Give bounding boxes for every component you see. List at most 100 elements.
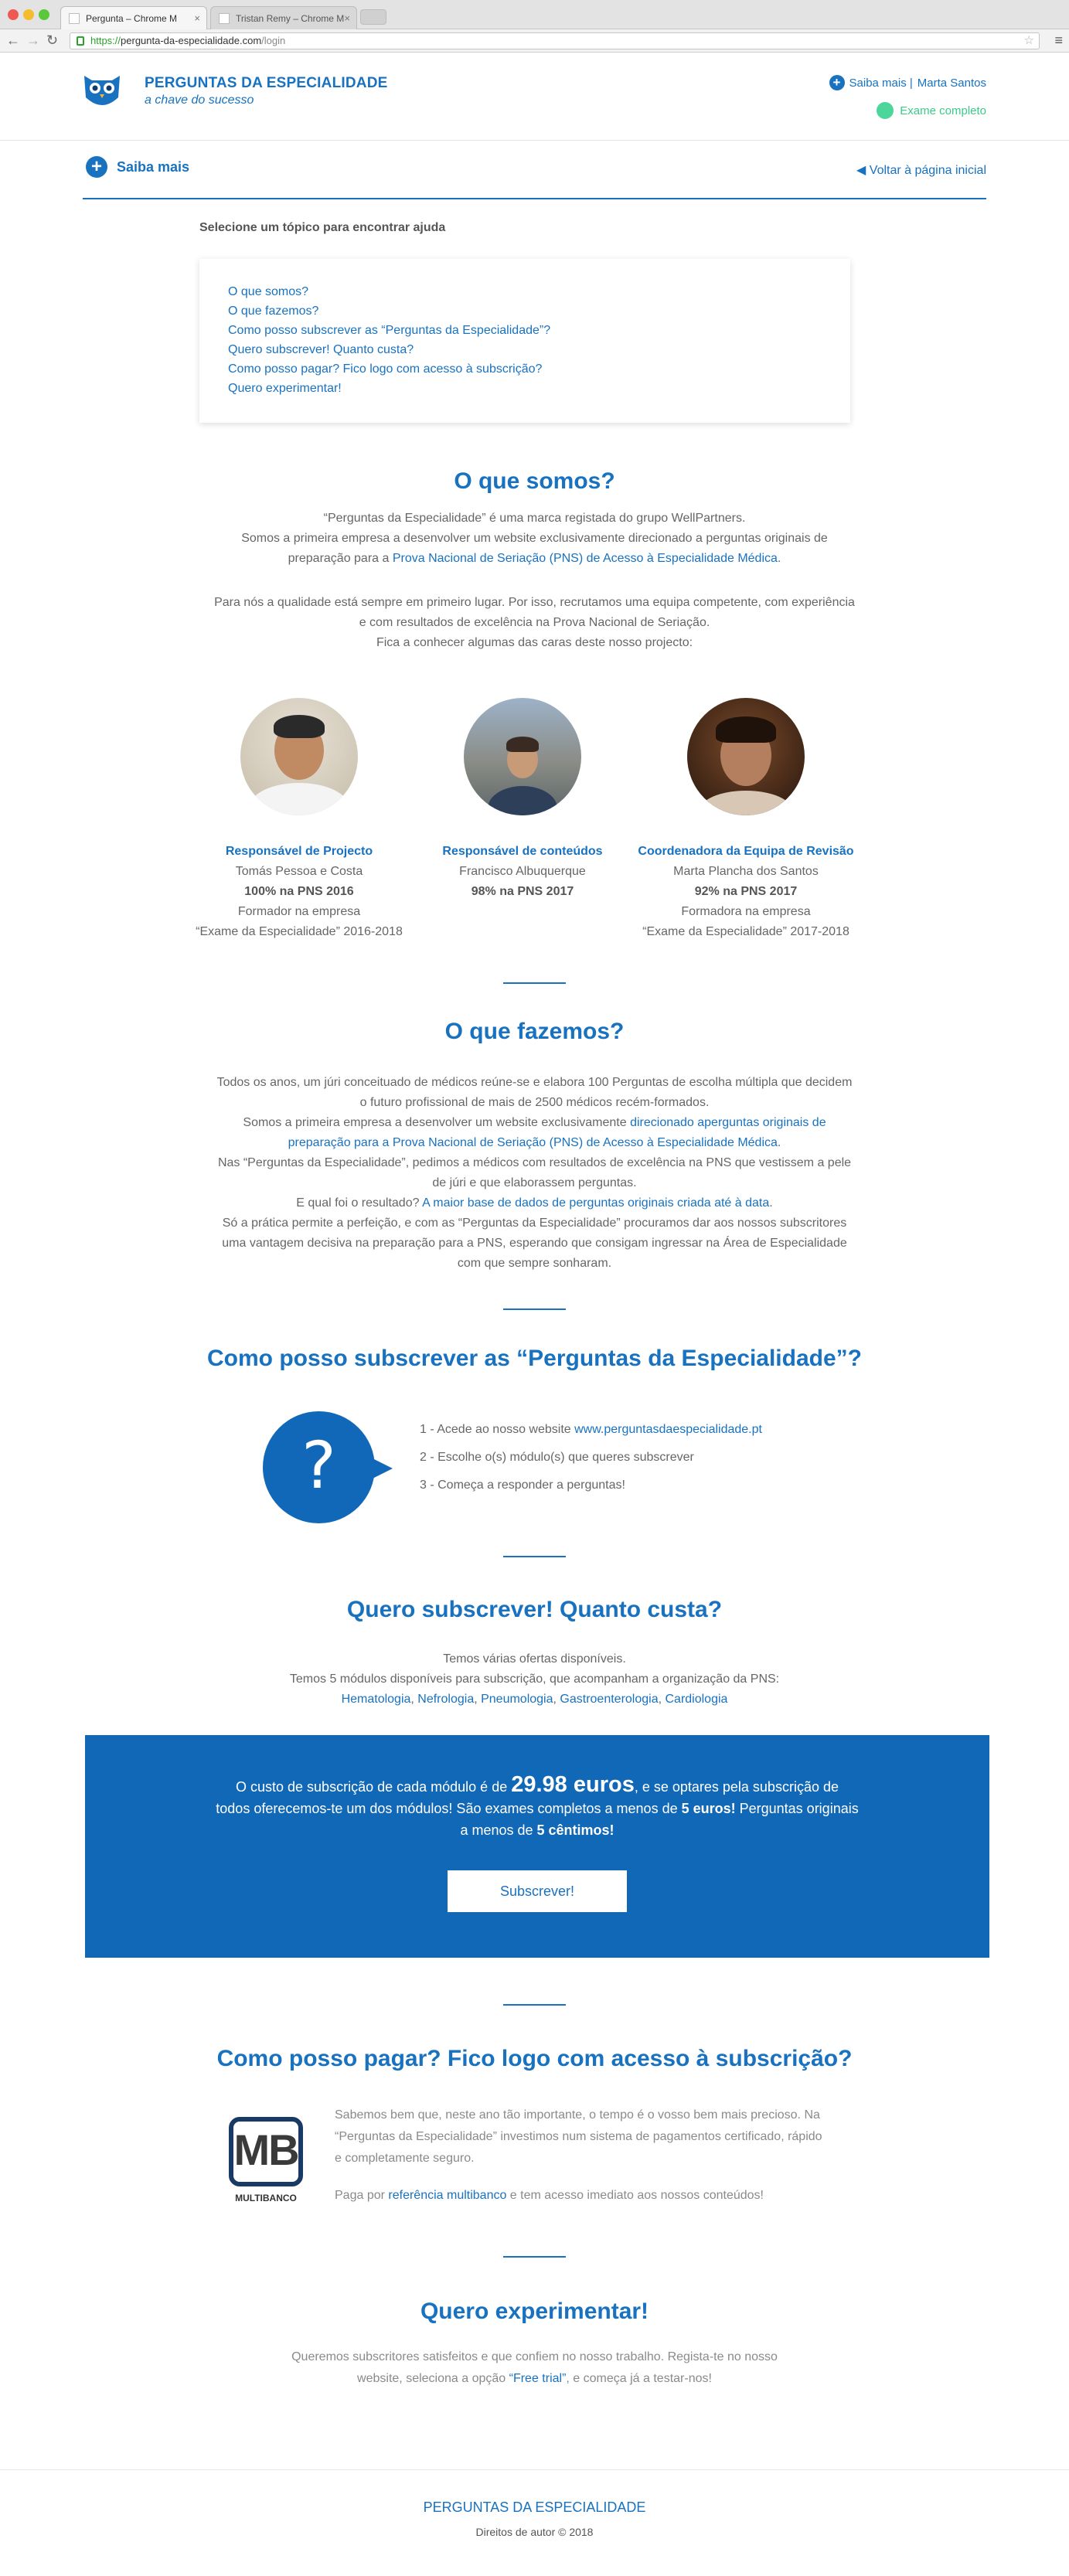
multibanco-reference-link[interactable]: referência multibanco [388, 2189, 506, 2202]
module-link-hematologia[interactable]: Hematologia [342, 1693, 411, 1706]
what-text-fragment: . [777, 1136, 781, 1149]
topic-link-como-pagar[interactable]: Como posso pagar? Fico logo com acesso à… [228, 359, 822, 379]
brand-name[interactable]: PERGUNTAS DA ESPECIALIDADE [145, 75, 388, 92]
price-line: todos oferecemos-te um dos módulos! São … [85, 1798, 989, 1819]
price-fragment: , e se optares pela subscrição de [634, 1779, 839, 1795]
status-text: Exame completo [900, 104, 986, 117]
member-detail: “Exame da Especialidade” 2016-2018 [196, 925, 403, 938]
plus-circle-icon[interactable]: + [829, 75, 845, 90]
saiba-mais-link[interactable]: Saiba mais | [849, 77, 913, 90]
tab-title: Pergunta – Chrome M [86, 13, 178, 24]
member-name: Tomás Pessoa e Costa [235, 865, 363, 878]
forward-arrow-icon[interactable]: → [26, 32, 40, 49]
topic-link-como-subscrever[interactable]: Como posso subscrever as “Perguntas da E… [228, 321, 822, 340]
pricing-text-line: Temos 5 módulos disponíveis para subscri… [289, 1673, 780, 1686]
topic-list: O que somos? O que fazemos? Como posso s… [199, 259, 850, 423]
topic-link-experimentar[interactable]: Quero experimentar! [228, 379, 822, 398]
what-text-line: uma vantagem decisiva na preparação para… [222, 1237, 847, 1250]
page-favicon-icon [219, 13, 230, 24]
subscribe-button[interactable]: Subscrever! [448, 1870, 627, 1912]
close-icon[interactable]: × [344, 12, 350, 24]
what-text-line: Somos a primeira empresa a desenvolver u… [0, 1113, 1069, 1133]
section-divider [503, 2004, 566, 2006]
section-title-payment: Como posso pagar? Fico logo com acesso à… [216, 2046, 853, 2071]
address-bar[interactable]: https://pergunta-da-especialidade.com/lo… [70, 32, 1040, 49]
module-link-nefrologia[interactable]: Nefrologia [417, 1693, 474, 1706]
maximize-window-button[interactable] [39, 9, 49, 20]
header-user-nav: + Saiba mais | Marta Santos [829, 75, 986, 90]
what-text-fragment: E qual foi o resultado? [296, 1196, 423, 1210]
trial-text-line: website, seleciona a opção “Free trial”,… [0, 2368, 1069, 2390]
price-line: a menos de 5 cêntimos! [85, 1819, 989, 1841]
exam-status: Exame completo [877, 102, 986, 119]
reload-icon[interactable]: ↻ [46, 32, 58, 49]
section-title-pricing: Quero subscrever! Quanto custa? [346, 1597, 723, 1622]
section-divider [503, 1556, 566, 1557]
section-divider [503, 982, 566, 984]
price-banner: O custo de subscrição de cada módulo é d… [85, 1735, 989, 1958]
trial-text: Queremos subscritores satisfeitos e que … [0, 2346, 1069, 2390]
bookmark-star-icon[interactable]: ☆ [1024, 33, 1034, 49]
database-link[interactable]: A maior base de dados de perguntas origi… [422, 1196, 769, 1210]
member-role: Coordenadora da Equipa de Revisão [638, 845, 854, 858]
topic-link-o-que-somos[interactable]: O que somos? [228, 282, 822, 301]
browser-tab-active[interactable]: Pergunta – Chrome M × [60, 6, 207, 29]
page-favicon-icon [69, 13, 80, 24]
footer-brand[interactable]: PERGUNTAS DA ESPECIALIDADE [0, 2499, 1069, 2516]
module-link-cardiologia[interactable]: Cardiologia [665, 1693, 727, 1706]
topic-link-quanto-custa[interactable]: Quero subscrever! Quanto custa? [228, 340, 822, 359]
saiba-mais-heading[interactable]: + Saiba mais [86, 156, 189, 178]
module-link-pneumologia[interactable]: Pneumologia [481, 1693, 553, 1706]
topic-link-o-que-fazemos[interactable]: O que fazemos? [228, 301, 822, 321]
avatar [240, 698, 358, 815]
website-link[interactable]: www.perguntasdaespecialidade.pt [574, 1423, 762, 1436]
subnav-bar: + Saiba mais ◀ Voltar à página inicial [83, 153, 986, 199]
about-text-fragment: preparação para a [288, 552, 393, 565]
back-to-home-link[interactable]: ◀ Voltar à página inicial [856, 162, 986, 178]
what-text-line: o futuro profissional de mais de 2500 mé… [359, 1096, 710, 1109]
pns-link[interactable]: Prova Nacional de Seriação (PNS) de Aces… [393, 552, 778, 565]
module-link-gastroenterologia[interactable]: Gastroenterologia [560, 1693, 658, 1706]
about-text-line: “Perguntas da Especialidade” é uma marca… [323, 512, 746, 525]
trial-fragment: , e começa já a testar-nos! [566, 2372, 712, 2385]
team-member-card: Responsável de Projecto Tomás Pessoa e C… [183, 698, 415, 942]
back-arrow-icon[interactable]: ← [6, 32, 20, 49]
what-text-line: Só a prática permite a perfeição, e com … [222, 1217, 847, 1230]
close-icon[interactable]: × [194, 12, 200, 24]
saiba-mais-label: Saiba mais [117, 158, 190, 175]
subscribe-steps: 1 - Acede ao nosso website www.perguntas… [420, 1416, 762, 1499]
what-text-line: Todos os anos, um júri conceituado de mé… [216, 1076, 853, 1089]
browser-menu-icon[interactable]: ≡ [1054, 32, 1063, 49]
free-trial-link[interactable]: “Free trial” [509, 2372, 567, 2385]
section-title-about: O que somos? [454, 468, 615, 494]
site-header: PERGUNTAS DA ESPECIALIDADE a chave do su… [0, 54, 1069, 141]
user-name-link[interactable]: Marta Santos [918, 77, 986, 90]
avatar [687, 698, 805, 815]
multibanco-mark: MB [233, 2125, 299, 2174]
payment-text: Sabemos bem que, neste ano tão important… [335, 2105, 845, 2207]
pns-link[interactable]: preparação para a Prova Nacional de Seri… [288, 1136, 778, 1149]
url-scheme: https:// [90, 35, 121, 46]
price-fragment: Perguntas originais [735, 1801, 859, 1816]
new-tab-button[interactable] [360, 9, 386, 25]
trial-text-line: Queremos subscritores satisfeitos e que … [291, 2350, 778, 2363]
owl-logo-icon[interactable] [81, 71, 123, 110]
browser-tab[interactable]: Tristan Remy – Chrome M × [210, 6, 357, 29]
close-window-button[interactable] [8, 9, 19, 20]
what-link[interactable]: direcionado aperguntas originais de [630, 1116, 826, 1129]
multibanco-logo: MB MULTIBANCO [226, 2117, 306, 2208]
browser-tabstrip: Pergunta – Chrome M × Tristan Remy – Chr… [0, 0, 1069, 29]
lock-icon [77, 36, 84, 46]
step-item: 3 - Começa a responder a perguntas! [420, 1479, 625, 1492]
step-item: 1 - Acede ao nosso website www.perguntas… [420, 1416, 762, 1444]
about-intro: “Perguntas da Especialidade” é uma marca… [0, 509, 1069, 569]
member-score: 98% na PNS 2017 [471, 885, 574, 898]
url-path: /login [261, 35, 286, 46]
what-text-line: de júri e que elaborassem perguntas. [432, 1176, 637, 1189]
plus-circle-icon[interactable]: + [86, 156, 107, 178]
about-text-line: e com resultados de excelência na Prova … [359, 616, 710, 629]
member-score: 92% na PNS 2017 [694, 885, 798, 898]
minimize-window-button[interactable] [23, 9, 34, 20]
about-text-line: Fica a conhecer algumas das caras deste … [376, 636, 693, 649]
what-text-line: com que sempre sonharam. [457, 1257, 612, 1270]
